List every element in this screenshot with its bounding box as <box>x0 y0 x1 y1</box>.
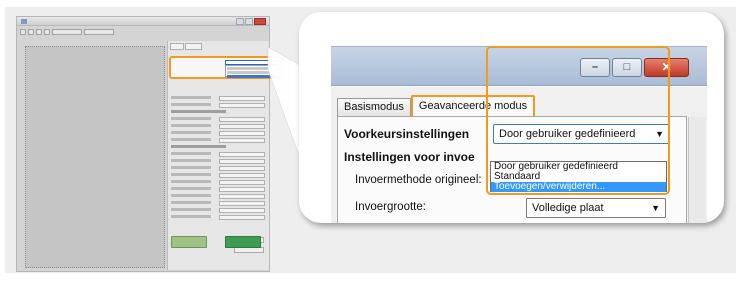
dialog-body: Basismodus Geavanceerde modus Voorkeursi… <box>331 87 707 223</box>
preferences-label: Voorkeursinstellingen <box>344 127 470 141</box>
input-size-select[interactable]: Volledige plaat ▼ <box>526 198 666 218</box>
chevron-down-icon: ▼ <box>655 129 664 139</box>
input-size-value: Volledige plaat <box>532 202 604 214</box>
preferences-option-add-remove[interactable]: Toevoegen/verwijderen... <box>491 182 666 192</box>
panel-scrollbar[interactable] <box>688 117 706 223</box>
input-settings-heading: Instellingen voor invoe <box>344 150 475 164</box>
zoom-callout: – □ ✕ Basismodus Geavanceerde modus Voor… <box>299 12 724 223</box>
maximize-icon: □ <box>623 61 631 73</box>
tab-basic-mode[interactable]: Basismodus <box>337 98 411 116</box>
input-size-label: Invoergrootte: <box>355 201 426 213</box>
close-button[interactable]: ✕ <box>644 58 689 77</box>
mode-tabs: Basismodus Geavanceerde modus <box>337 94 536 116</box>
preferences-select[interactable]: Door gebruiker gedefinieerd ▼ <box>493 124 670 144</box>
close-icon: ✕ <box>661 60 672 74</box>
minimize-button[interactable]: – <box>580 58 610 77</box>
chevron-down-icon: ▼ <box>651 203 660 213</box>
minimize-icon: – <box>591 61 599 73</box>
input-method-label: Invoermethode origineel: <box>355 174 482 186</box>
maximize-button[interactable]: □ <box>612 58 642 77</box>
tab-advanced-mode[interactable]: Geavanceerde modus <box>410 95 536 116</box>
preferences-dropdown-list: Door gebruiker gedefinieerd Standaard To… <box>490 161 667 192</box>
preferences-selected-value: Door gebruiker gedefinieerd <box>499 128 636 140</box>
window-buttons: – □ ✕ <box>580 58 689 77</box>
window-title-bar: – □ ✕ <box>331 46 707 86</box>
